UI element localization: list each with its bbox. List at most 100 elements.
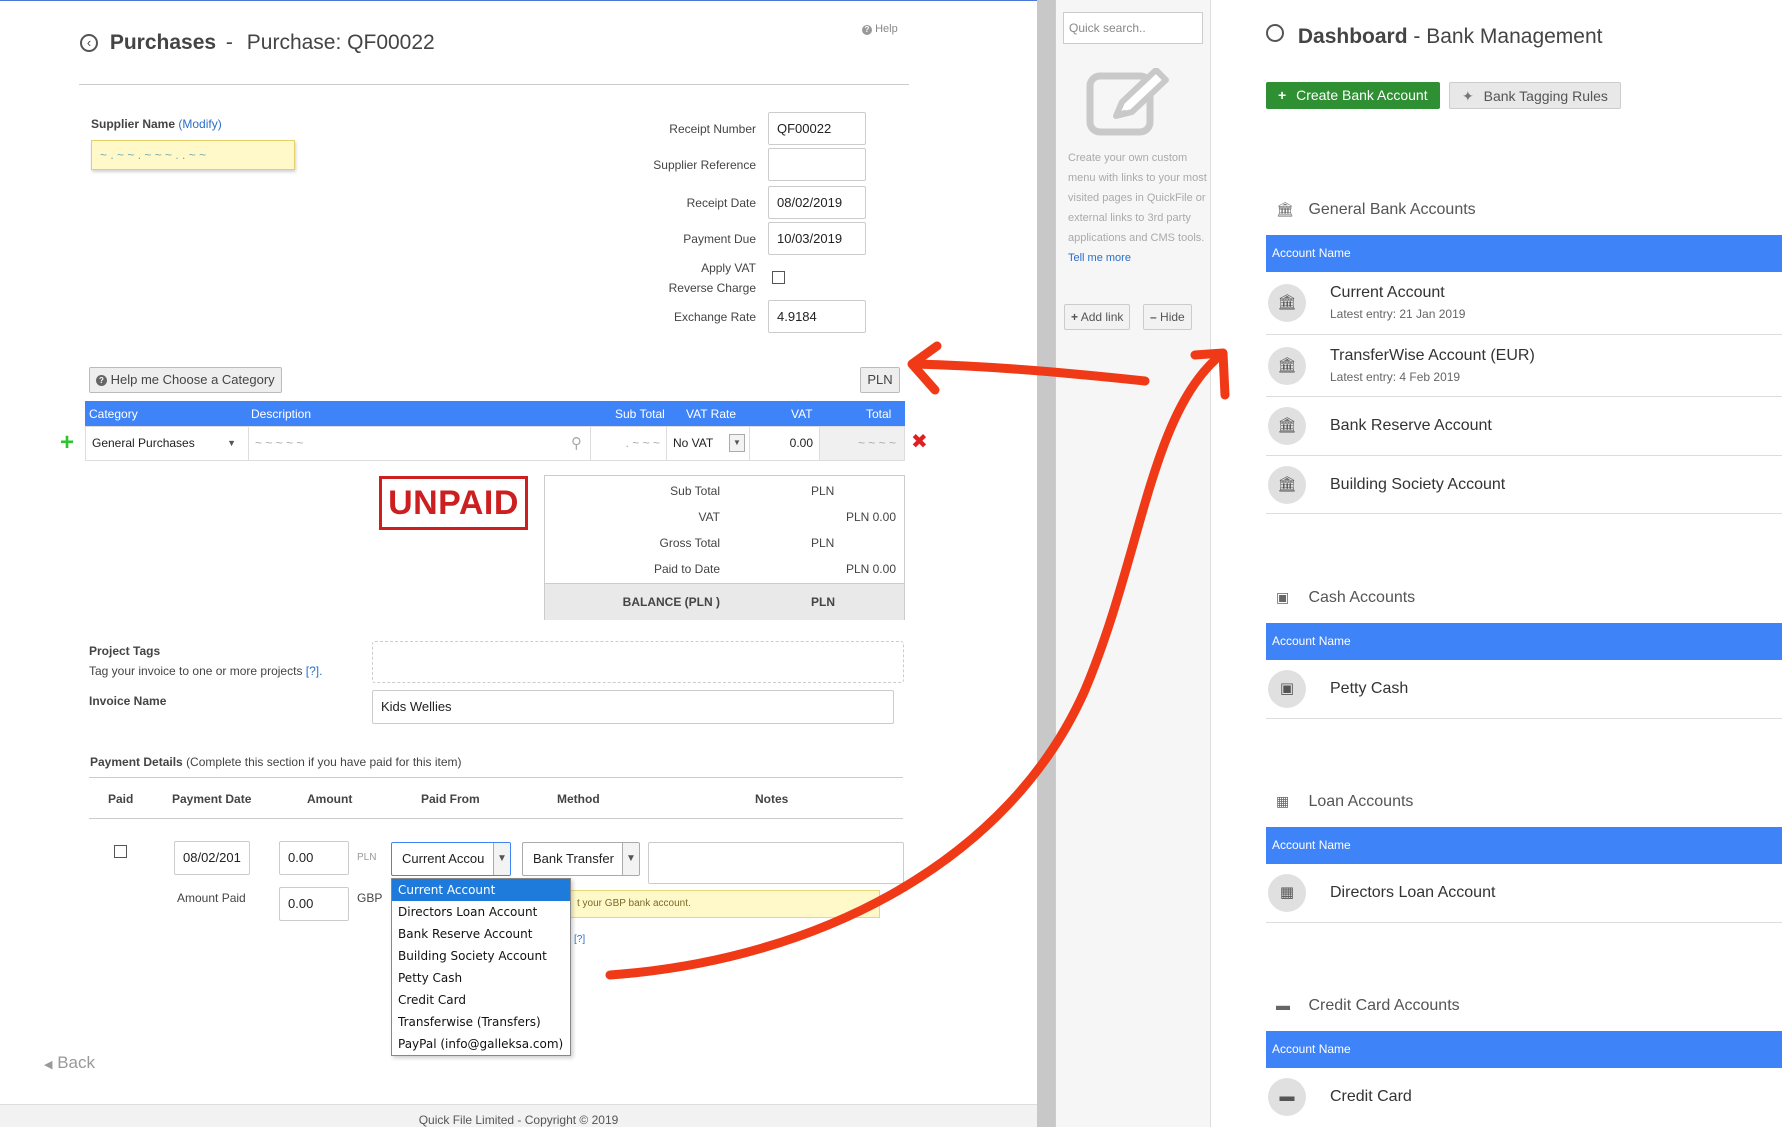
title-separator: - bbox=[225, 31, 233, 54]
bank-icon: 🏛 bbox=[1268, 284, 1306, 322]
invoice-name-input[interactable]: Kids Wellies bbox=[372, 690, 894, 724]
account-name[interactable]: Bank Reserve Account bbox=[1330, 417, 1492, 435]
project-tags-title: Project Tags bbox=[89, 644, 161, 658]
back-circle-icon[interactable] bbox=[1266, 24, 1284, 42]
amount-paid-input[interactable]: 0.00 bbox=[279, 887, 349, 921]
chevron-down-icon: ▼ bbox=[622, 843, 639, 875]
subtotal-input[interactable]: . ~ ~ ~ bbox=[591, 427, 667, 460]
account-name[interactable]: Current Account bbox=[1330, 284, 1445, 302]
credit-card-account-row[interactable]: ▬ Credit Card bbox=[1266, 1068, 1782, 1127]
help-circle-icon: ? bbox=[96, 375, 107, 386]
balance-currency: PLN bbox=[811, 595, 835, 609]
supplier-name-field[interactable]: ~ . ~ ~ . ~ ~ ~ . . ~ ~ bbox=[91, 140, 295, 170]
amount-paid-currency: GBP bbox=[357, 891, 383, 905]
cash-icon: ▣ bbox=[1276, 589, 1290, 605]
reverse-charge-checkbox[interactable] bbox=[772, 271, 785, 284]
dashboard-section: Dashboard bbox=[1297, 25, 1408, 48]
project-tags-label: Project Tags bbox=[89, 644, 160, 658]
category-value: General Purchases bbox=[92, 436, 195, 450]
payment-due-input[interactable]: 10/03/2019 bbox=[768, 222, 866, 255]
paid-from-select[interactable]: Current Accou ▼ bbox=[391, 842, 511, 876]
method-value: Bank Transfer bbox=[533, 851, 614, 866]
dropdown-option[interactable]: Petty Cash bbox=[392, 967, 570, 989]
help-choose-category-button[interactable]: ? Help me Choose a Category bbox=[89, 367, 282, 393]
bank-tagging-rules-button[interactable]: ✦ Bank Tagging Rules bbox=[1449, 82, 1621, 109]
totals-label: VAT bbox=[698, 510, 720, 524]
bank-account-row[interactable]: 🏛 Current Account Latest entry: 21 Jan 2… bbox=[1266, 272, 1782, 335]
wand-icon: ✦ bbox=[1462, 88, 1474, 104]
paid-checkbox[interactable] bbox=[114, 845, 127, 858]
quick-search-input[interactable]: Quick search.. bbox=[1063, 12, 1203, 44]
bank-account-row[interactable]: 🏛 Building Society Account bbox=[1266, 456, 1782, 514]
account-latest-entry: Latest entry: 21 Jan 2019 bbox=[1330, 307, 1466, 321]
add-link-button[interactable]: + Add link bbox=[1064, 304, 1131, 330]
account-name[interactable]: TransferWise Account (EUR) bbox=[1330, 347, 1535, 365]
account-name[interactable]: Directors Loan Account bbox=[1330, 884, 1495, 902]
dropdown-option[interactable]: Transferwise (Transfers) bbox=[392, 1011, 570, 1033]
plus-icon: + bbox=[1071, 310, 1079, 324]
help-question-link[interactable]: [?] bbox=[574, 934, 585, 945]
reverse-charge-label: Reverse Charge bbox=[668, 281, 756, 295]
section-title: Cash Accounts bbox=[1308, 589, 1416, 606]
project-tags-input[interactable] bbox=[372, 641, 904, 683]
bank-account-row[interactable]: 🏛 Bank Reserve Account bbox=[1266, 397, 1782, 456]
exchange-rate-input[interactable]: 4.9184 bbox=[768, 300, 866, 333]
search-icon[interactable]: ⚲ bbox=[571, 427, 582, 460]
method-select[interactable]: Bank Transfer ▼ bbox=[522, 842, 640, 876]
dropdown-option[interactable]: Current Account bbox=[392, 879, 570, 901]
bank-icon: 🏛 bbox=[1268, 347, 1306, 385]
back-circle-icon[interactable]: ‹ bbox=[80, 34, 98, 52]
payment-details-title: Payment Details bbox=[90, 755, 183, 769]
page-title: ‹ Purchases - Purchase: QF00022 bbox=[80, 31, 435, 55]
supplier-name-label: Supplier Name (Modify) bbox=[91, 117, 222, 131]
account-name-header: Account Name bbox=[1266, 235, 1782, 272]
supplier-reference-input[interactable] bbox=[768, 148, 866, 181]
description-redacted: ~ ~ ~ ~ ~ bbox=[255, 436, 304, 450]
remove-line-x-icon[interactable]: ✖ bbox=[911, 432, 928, 452]
loan-account-row[interactable]: ▦ Directors Loan Account bbox=[1266, 864, 1782, 923]
payment-divider bbox=[89, 818, 903, 819]
col-payment-date: Payment Date bbox=[172, 792, 252, 806]
payment-details-hint: (Complete this section if you have paid … bbox=[186, 755, 462, 769]
general-bank-accounts-title: 🏛 General Bank Accounts bbox=[1276, 201, 1476, 219]
amount-input[interactable]: 0.00 bbox=[279, 841, 349, 875]
receipt-date-input[interactable]: 08/02/2019 bbox=[768, 186, 866, 219]
dropdown-option[interactable]: Directors Loan Account bbox=[392, 901, 570, 923]
category-select[interactable]: General Purchases ▼ bbox=[86, 427, 249, 460]
account-name[interactable]: Petty Cash bbox=[1330, 680, 1408, 698]
account-name[interactable]: Credit Card bbox=[1330, 1088, 1412, 1106]
help-link[interactable]: ? Help bbox=[862, 23, 898, 35]
notes-input[interactable] bbox=[648, 842, 904, 884]
receipt-number-input[interactable]: QF00022 bbox=[768, 112, 866, 145]
project-tags-help-link[interactable]: [?]. bbox=[306, 664, 323, 678]
panel-divider bbox=[1037, 0, 1055, 1127]
payment-date-input[interactable]: 08/02/201 bbox=[174, 841, 250, 875]
back-link[interactable]: ◀ Back bbox=[44, 1053, 95, 1073]
line-items-header: Category Description Sub Total VAT Rate … bbox=[85, 401, 905, 426]
currency-button[interactable]: PLN bbox=[860, 367, 900, 393]
account-name[interactable]: Building Society Account bbox=[1330, 476, 1505, 494]
dropdown-option[interactable]: PayPal (info@galleksa.com) bbox=[392, 1033, 570, 1055]
amount-currency: PLN bbox=[357, 852, 377, 863]
description-input[interactable]: ~ ~ ~ ~ ~ ⚲ bbox=[249, 427, 591, 460]
totals-value: PLN 0.00 bbox=[845, 510, 896, 524]
cash-icon: ▣ bbox=[1268, 670, 1306, 708]
tell-me-more-link[interactable]: Tell me more bbox=[1068, 252, 1131, 264]
supplier-modify-link[interactable]: (Modify) bbox=[178, 117, 221, 131]
unpaid-status-stamp: UNPAID bbox=[379, 476, 528, 530]
supplier-reference-label: Supplier Reference bbox=[653, 158, 756, 172]
create-bank-account-button[interactable]: + Create Bank Account bbox=[1266, 82, 1440, 109]
dropdown-option[interactable]: Building Society Account bbox=[392, 945, 570, 967]
dropdown-option[interactable]: Bank Reserve Account bbox=[392, 923, 570, 945]
vat-input[interactable]: 0.00 bbox=[750, 427, 820, 460]
bank-account-row[interactable]: 🏛 TransferWise Account (EUR) Latest entr… bbox=[1266, 335, 1782, 397]
account-name-header: Account Name bbox=[1266, 827, 1782, 864]
payment-due-label: Payment Due bbox=[683, 232, 756, 246]
custom-menu-description: Create your own custom menu with links t… bbox=[1068, 148, 1208, 268]
cash-account-row[interactable]: ▣ Petty Cash bbox=[1266, 660, 1782, 719]
hide-button[interactable]: – Hide bbox=[1143, 304, 1192, 330]
add-line-plus-icon[interactable]: + bbox=[60, 431, 74, 455]
exchange-rate-label: Exchange Rate bbox=[673, 310, 756, 324]
dropdown-option[interactable]: Credit Card bbox=[392, 989, 570, 1011]
vat-rate-select[interactable]: No VAT ▼ bbox=[667, 427, 750, 460]
